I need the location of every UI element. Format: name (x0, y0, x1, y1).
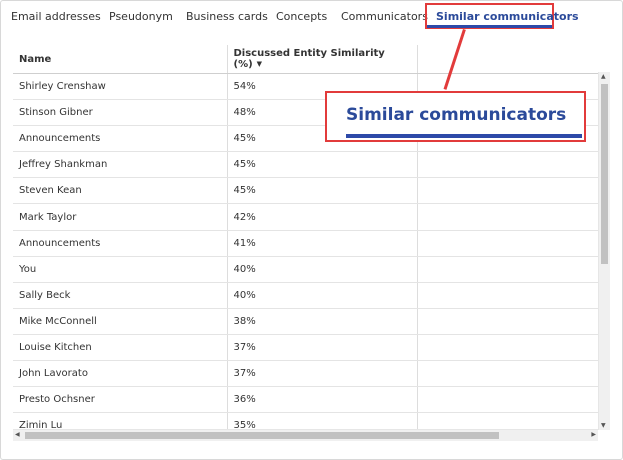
cell-empty (416, 308, 598, 335)
cell-name: Steven Kean (13, 177, 227, 205)
table-row[interactable]: You 40% (13, 256, 598, 283)
cell-empty (416, 230, 598, 257)
scroll-up-arrow-icon[interactable]: ▲ (601, 73, 606, 80)
cell-empty (416, 282, 598, 309)
callout-box: Similar communicators (325, 91, 586, 142)
column-header-similarity[interactable]: Discussed Entity Similarity (%) ▼ (226, 45, 417, 74)
table-row[interactable]: Jeffrey Shankman 45% (13, 151, 598, 179)
cell-name: Mike McConnell (13, 308, 227, 335)
cell-name: Stinson Gibner (13, 99, 227, 127)
vertical-scrollbar[interactable]: ▲ ▼ (598, 72, 610, 430)
cell-name: Presto Ochsner (13, 386, 227, 414)
cell-empty (416, 177, 598, 205)
cell-empty (416, 203, 598, 231)
tab-pseudonym[interactable]: Pseudonym (109, 10, 173, 23)
cell-similarity: 36% (226, 386, 417, 414)
callout-underline (346, 134, 582, 138)
cell-empty (416, 386, 598, 414)
cell-empty (416, 334, 598, 362)
cell-similarity: 40% (226, 256, 417, 283)
horizontal-scrollbar[interactable]: ◀ ▶ (13, 429, 598, 441)
cell-similarity: 37% (226, 334, 417, 362)
horizontal-scroll-thumb[interactable] (25, 432, 499, 439)
cell-similarity: 45% (226, 177, 417, 205)
callout-label: Similar communicators (346, 105, 567, 125)
cell-similarity: 45% (226, 151, 417, 179)
cell-empty (416, 360, 598, 388)
column-header-empty (416, 45, 598, 74)
cell-similarity: 42% (226, 203, 417, 231)
cell-name: Announcements (13, 230, 227, 257)
cell-empty (416, 151, 598, 179)
cell-similarity: 38% (226, 308, 417, 335)
tab-email-addresses[interactable]: Email addresses (11, 10, 101, 23)
table-row[interactable]: Mike McConnell 38% (13, 308, 598, 335)
cell-name: Shirley Crenshaw (13, 73, 227, 101)
cell-name: Announcements (13, 125, 227, 153)
table-header-row: Name Discussed Entity Similarity (%) ▼ (13, 45, 598, 74)
scroll-right-arrow-icon[interactable]: ▶ (591, 431, 596, 438)
tab-communicators[interactable]: Communicators (341, 10, 428, 23)
table-row[interactable]: Louise Kitchen 37% (13, 334, 598, 362)
cell-name: John Lavorato (13, 360, 227, 388)
vertical-scroll-thumb[interactable] (601, 84, 608, 264)
table-row[interactable]: Sally Beck 40% (13, 282, 598, 309)
cell-name: Jeffrey Shankman (13, 151, 227, 179)
scroll-left-arrow-icon[interactable]: ◀ (15, 431, 20, 438)
cell-similarity: 37% (226, 360, 417, 388)
tab-business-cards[interactable]: Business cards (186, 10, 268, 23)
cell-empty (416, 256, 598, 283)
cell-similarity: 41% (226, 230, 417, 257)
table-row[interactable]: Announcements 41% (13, 230, 598, 257)
tab-concepts[interactable]: Concepts (276, 10, 327, 23)
table-row[interactable]: Presto Ochsner 36% (13, 386, 598, 414)
cell-name: Louise Kitchen (13, 334, 227, 362)
tab-bar: Email addresses Pseudonym Business cards… (0, 0, 623, 32)
column-header-name[interactable]: Name (13, 45, 227, 74)
table-row[interactable]: Steven Kean 45% (13, 177, 598, 205)
scroll-down-arrow-icon[interactable]: ▼ (601, 422, 606, 429)
table-row[interactable]: Mark Taylor 42% (13, 203, 598, 231)
cell-similarity: 40% (226, 282, 417, 309)
cell-name: Mark Taylor (13, 203, 227, 231)
cell-name: You (13, 256, 227, 283)
caret-down-icon[interactable]: ▼ (257, 60, 262, 68)
table-row[interactable]: John Lavorato 37% (13, 360, 598, 388)
cell-name: Sally Beck (13, 282, 227, 309)
tab-similar-communicators[interactable]: Similar communicators (436, 10, 579, 23)
active-tab-underline (427, 25, 552, 28)
